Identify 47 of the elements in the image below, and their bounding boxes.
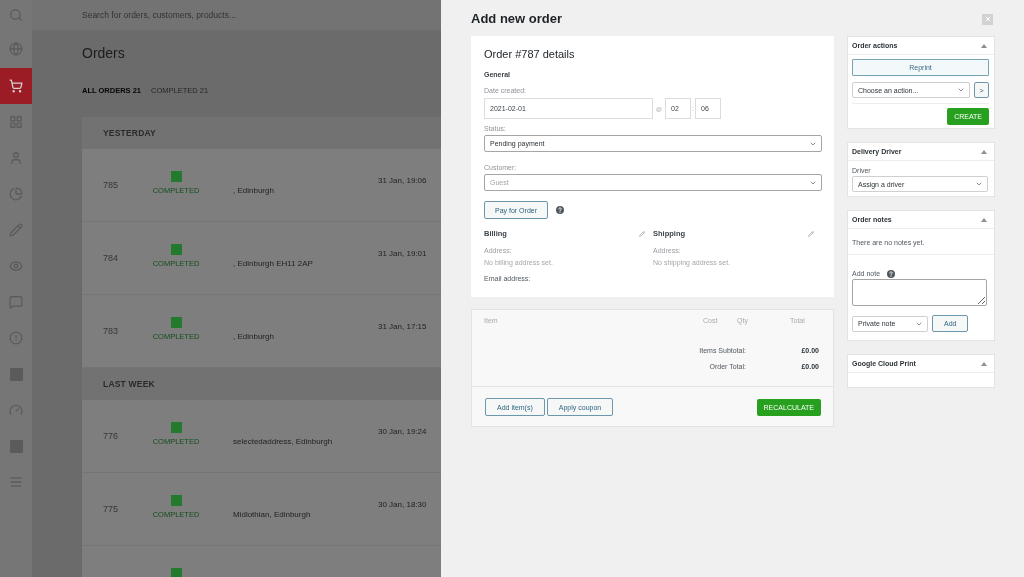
status-square-icon [170,495,182,506]
customer-address: , Edinburgh EH11 2AP [233,258,314,269]
order-number: 776 [103,431,120,441]
modal-title: Add new order [471,10,562,28]
close-icon [983,15,992,23]
globe-icon [9,42,23,56]
sidebar-item[interactable] [0,68,32,104]
customer-address: , Edinburgh [233,185,275,196]
grid-icon [9,115,23,129]
pencil-icon[interactable] [808,231,814,237]
chevron-down-icon [975,180,983,188]
page-title: Orders [82,44,126,62]
chevron-down-icon [957,86,965,94]
close-button[interactable] [982,13,993,25]
order-date: 31 Jan, 19:06 [378,176,427,186]
status-square-icon [170,422,182,433]
order-number: 775 [103,504,120,514]
customer-address: Midlothian, Edinburgh [233,509,312,520]
order-number: 784 [103,253,120,263]
status-square-icon [170,171,182,182]
gauge-icon [9,403,23,417]
order-date: 30 Jan, 18:30 [378,500,427,510]
alert-icon [9,331,23,345]
pie-chart-icon [9,187,23,201]
order-date: 31 Jan, 17:15 [378,322,427,332]
status-square-icon [170,244,182,255]
order-date: 30 Jan, 19:24 [378,427,427,437]
pencil-icon[interactable] [639,231,645,237]
customer-address: , Edinburgh [233,331,275,342]
status-square-icon [170,317,182,328]
chat-bubble-icon [9,295,23,309]
order-number: 785 [103,180,120,190]
help-icon[interactable] [887,270,896,278]
tile-icon [9,367,23,381]
user-icon [9,151,23,165]
card-heading: Order #787 details [484,47,576,62]
customer-address: selectedaddress, Edinburgh [233,436,334,447]
pencil-icon [9,223,23,237]
tile-icon [9,439,23,453]
section-heading: LAST WEEK [103,379,155,389]
order-number: 783 [103,326,120,336]
help-icon[interactable] [556,206,564,214]
order-date: 31 Jan, 19:01 [378,249,427,259]
section-heading: YESTERDAY [103,128,156,138]
cart-icon [9,79,23,93]
search-icon [9,8,23,22]
eye-icon [9,259,23,273]
